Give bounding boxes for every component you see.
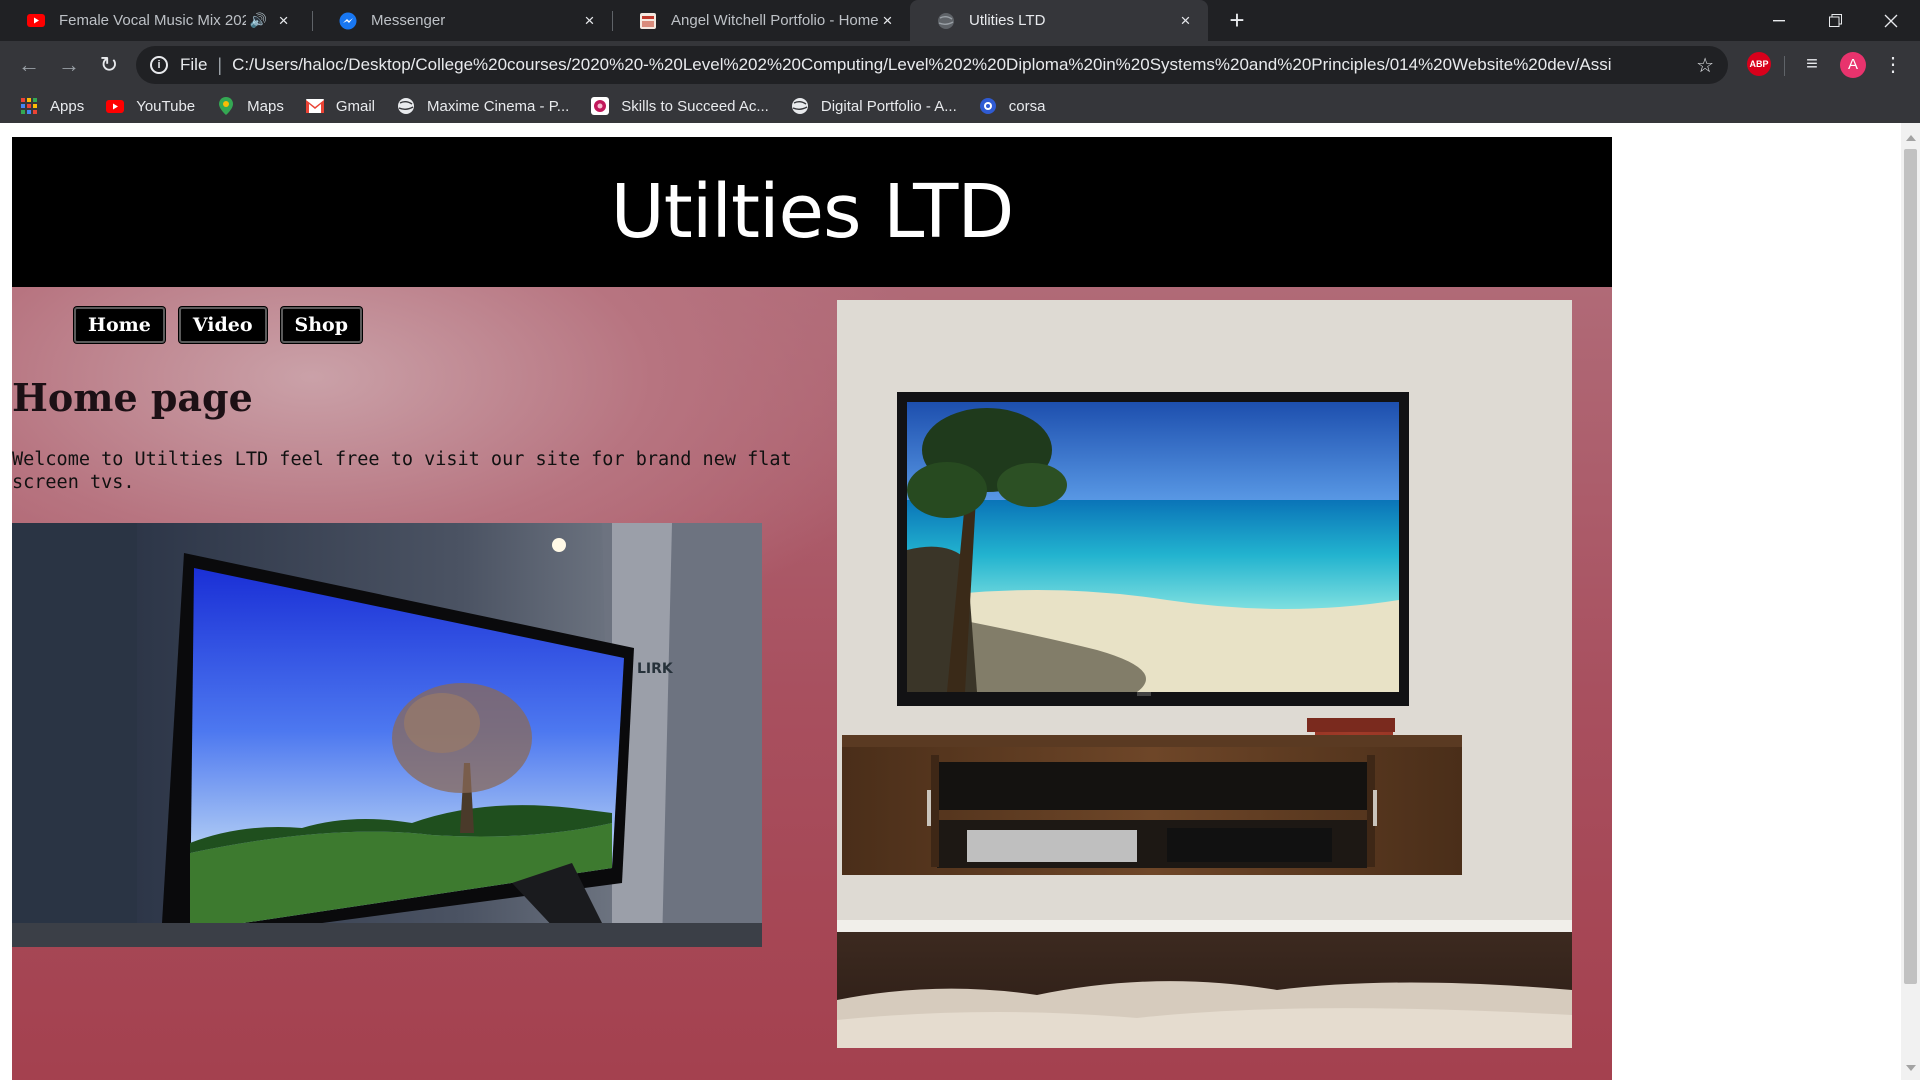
browser-toolbar: ← → ↻ i File | C:/Users/haloc/Desktop/Co… <box>0 41 1920 89</box>
apps-grid-icon <box>20 97 38 115</box>
bookmark-label: Skills to Succeed Ac... <box>621 97 769 115</box>
messenger-icon <box>339 12 357 30</box>
close-tab-icon[interactable]: × <box>1177 12 1194 29</box>
bookmark-digital-portfolio[interactable]: Digital Portfolio - A... <box>791 97 957 115</box>
youtube-icon <box>27 12 45 30</box>
globe-icon <box>937 12 955 30</box>
curved-tv-photo: LIRK <box>12 523 762 947</box>
forward-arrow-icon[interactable]: → <box>53 49 85 81</box>
bookmark-maps[interactable]: Maps <box>217 97 284 115</box>
minimize-button[interactable] <box>1751 0 1807 41</box>
bookmark-gmail[interactable]: Gmail <box>305 97 376 115</box>
bookmark-label: YouTube <box>136 97 196 115</box>
bookmark-apps[interactable]: Apps <box>20 97 84 115</box>
address-bar[interactable]: i File | C:/Users/haloc/Desktop/College%… <box>136 46 1728 84</box>
bookmark-skills-to-succeed[interactable]: Skills to Succeed Ac... <box>591 97 769 115</box>
welcome-text: Welcome to Utilties LTD feel free to vis… <box>12 449 792 493</box>
tab-title: Utlities LTD <box>969 12 1046 29</box>
gear-badge-icon <box>979 97 997 115</box>
wall-mounted-tv-photo <box>837 300 1572 1048</box>
tab-title: Messenger <box>371 12 446 29</box>
tab-youtube[interactable]: Female Vocal Music Mix 2020 🔊 × <box>0 0 306 41</box>
tab-portfolio[interactable]: Angel Witchell Portfolio - Home × <box>612 0 910 41</box>
bookmark-star-icon[interactable]: ☆ <box>1696 53 1714 78</box>
page-viewport: Utilties LTD Home Video Shop Home page W… <box>0 123 1901 1080</box>
gmail-icon <box>305 97 324 115</box>
scroll-up-arrow-icon[interactable] <box>1906 135 1916 141</box>
page-title: Home page <box>12 375 253 420</box>
globe-icon <box>791 97 809 115</box>
nav-home-button[interactable]: Home <box>74 307 165 343</box>
site-body: Home Video Shop Home page Welcome to Uti… <box>12 287 1612 1080</box>
close-tab-icon[interactable]: × <box>275 12 292 29</box>
tab-title: Angel Witchell Portfolio - Home <box>671 12 879 29</box>
svg-text:LIRK: LIRK <box>637 661 674 677</box>
tab-utilities[interactable]: Utlities LTD × <box>910 0 1208 41</box>
bookmarks-bar: Apps YouTube Maps Gmail Maxime Cinema - … <box>0 89 1920 123</box>
media-controls-icon[interactable]: ≡ <box>1800 52 1824 76</box>
scroll-thumb[interactable] <box>1904 149 1917 984</box>
bookmark-corsa[interactable]: corsa <box>979 97 1046 115</box>
site-title: Utilties LTD <box>610 169 1015 255</box>
speaker-icon[interactable]: 🔊 <box>250 12 267 29</box>
bookmark-label: corsa <box>1008 97 1046 115</box>
tab-messenger[interactable]: Messenger × <box>312 0 612 41</box>
bookmark-youtube[interactable]: YouTube <box>106 97 195 115</box>
bookmark-label: Digital Portfolio - A... <box>820 97 957 115</box>
nav-video-button[interactable]: Video <box>178 307 267 343</box>
youtube-icon <box>106 97 125 115</box>
globe-icon <box>397 97 415 115</box>
site-container: Utilties LTD Home Video Shop Home page W… <box>12 137 1612 1080</box>
bookmark-label: Maps <box>247 97 284 115</box>
url-scheme: File <box>180 55 208 74</box>
back-arrow-icon[interactable]: ← <box>13 49 45 81</box>
new-tab-button[interactable]: + <box>1225 7 1249 33</box>
site-info-icon[interactable]: i <box>150 56 168 74</box>
restore-button[interactable] <box>1807 0 1863 41</box>
site-nav: Home Video Shop <box>74 307 376 343</box>
bookmark-maxime-cinema[interactable]: Maxime Cinema - P... <box>397 97 569 115</box>
close-tab-icon[interactable]: × <box>581 12 598 29</box>
site-header: Utilties LTD <box>12 137 1612 287</box>
profile-avatar[interactable]: A <box>1840 52 1866 78</box>
nav-shop-button[interactable]: Shop <box>280 307 362 343</box>
maps-pin-icon <box>217 97 235 115</box>
close-tab-icon[interactable]: × <box>879 12 896 29</box>
tab-strip: Female Vocal Music Mix 2020 🔊 × Messenge… <box>0 0 1920 41</box>
flower-icon <box>591 97 610 115</box>
portfolio-icon <box>639 12 657 30</box>
kebab-menu-icon[interactable]: ⋮ <box>1883 52 1903 78</box>
tab-title: Female Vocal Music Mix 2020 <box>59 12 246 29</box>
bookmark-label: Gmail <box>335 97 376 115</box>
vertical-scrollbar[interactable] <box>1901 123 1920 1080</box>
scroll-down-arrow-icon[interactable] <box>1906 1065 1916 1071</box>
reload-icon[interactable]: ↻ <box>93 49 125 81</box>
bookmark-label: Maxime Cinema - P... <box>427 97 570 115</box>
adblock-icon[interactable]: ABP <box>1747 52 1771 76</box>
url-text[interactable]: C:/Users/haloc/Desktop/College%20courses… <box>232 55 1612 75</box>
close-window-button[interactable] <box>1863 0 1919 41</box>
bookmark-label: Apps <box>50 97 85 115</box>
